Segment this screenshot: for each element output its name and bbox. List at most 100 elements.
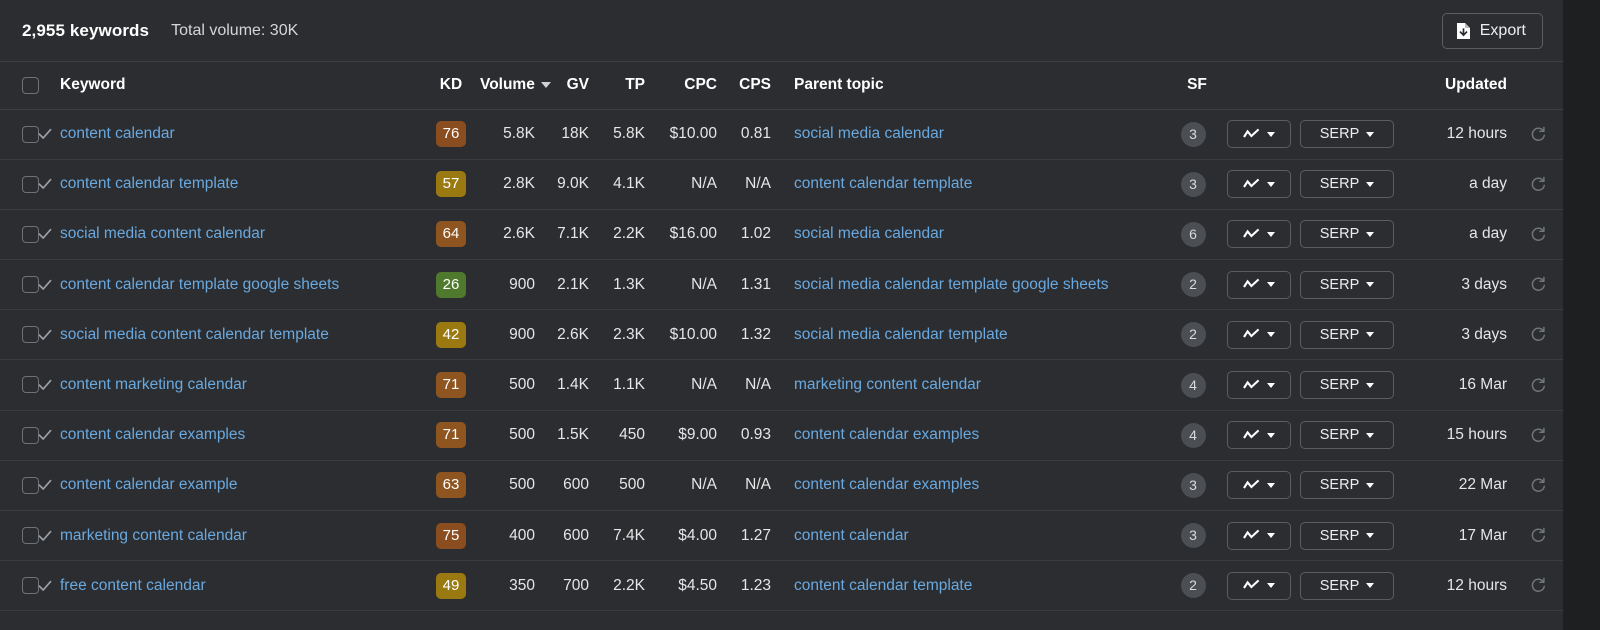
cps-cell: 1.27 [724,510,778,562]
refresh-icon[interactable] [1513,477,1563,494]
serp-dropdown-button[interactable]: SERP [1300,120,1394,149]
table-row[interactable]: social media content calendar template 42… [0,309,1563,361]
header-cpc[interactable]: CPC [652,62,724,110]
refresh-icon[interactable] [1513,577,1563,594]
cpc-cell: N/A [652,259,724,311]
chart-cell [1223,259,1295,311]
volume-cell: 2.8K [480,159,542,210]
parent-topic-link[interactable]: social media calendar template google sh… [794,276,1109,293]
chevron-down-icon [1267,181,1275,187]
sparkline-dropdown-button[interactable] [1227,170,1291,199]
sparkline-dropdown-button[interactable] [1227,471,1291,500]
header-chart [1223,62,1295,110]
keyword-link[interactable]: free content calendar [60,577,206,594]
export-button[interactable]: Export [1441,12,1543,49]
sparkline-icon [1243,529,1260,542]
serp-button-label: SERP [1319,226,1360,243]
cpc-cell: $4.00 [652,510,724,562]
parent-topic-link[interactable]: content calendar [794,527,909,544]
parent-topic-link[interactable]: social media calendar [794,125,944,142]
keyword-link[interactable]: content calendar example [60,476,238,493]
header-kd[interactable]: KD [422,62,480,110]
cpc-cell: $4.50 [652,560,724,612]
parent-topic-link[interactable]: social media calendar [794,225,944,242]
row-select-cell [0,359,39,411]
sparkline-dropdown-button[interactable] [1227,571,1291,600]
serp-dropdown-button[interactable]: SERP [1300,371,1394,400]
sparkline-icon [1243,178,1260,191]
serp-dropdown-button[interactable]: SERP [1300,320,1394,349]
keyword-link[interactable]: social media content calendar [60,225,265,242]
updated-cell: 16 Mar [1399,359,1513,411]
keyword-link[interactable]: content calendar template [60,175,238,192]
serp-cell: SERP [1295,560,1399,612]
keyword-link[interactable]: content calendar template google sheets [60,276,339,293]
row-select-cell [0,159,39,210]
table-row[interactable]: content calendar template 57 2.8K 9.0K 4.1K N… [0,159,1563,210]
sf-cell: 3 [1163,460,1223,512]
header-keyword[interactable]: Keyword [60,62,422,110]
header-sf[interactable]: SF [1163,62,1223,110]
sparkline-dropdown-button[interactable] [1227,371,1291,400]
header-tp[interactable]: TP [596,62,652,110]
parent-topic-link[interactable]: content calendar examples [794,426,979,443]
kd-badge: 57 [436,171,466,198]
refresh-icon[interactable] [1513,276,1563,293]
refresh-icon[interactable] [1513,527,1563,544]
serp-dropdown-button[interactable]: SERP [1300,270,1394,299]
sparkline-dropdown-button[interactable] [1227,220,1291,249]
serp-dropdown-button[interactable]: SERP [1300,521,1394,550]
table-row[interactable]: content calendar examples 71 500 1.5K 450 $9.… [0,410,1563,461]
parent-topic-link[interactable]: content calendar template [794,175,972,192]
refresh-icon[interactable] [1513,326,1563,343]
header-volume[interactable]: Volume [480,62,551,110]
cpc-cell: N/A [652,159,724,210]
table-row[interactable]: social media content calendar 64 2.6K 7.1K 2… [0,209,1563,261]
row-select-cell [0,209,39,261]
parent-topic-link[interactable]: content calendar template [794,577,972,594]
table-row[interactable]: content marketing calendar 71 500 1.4K 1.1K N… [0,359,1563,411]
kd-badge: 75 [436,522,466,549]
refresh-icon[interactable] [1513,427,1563,444]
refresh-icon[interactable] [1513,377,1563,394]
refresh-icon[interactable] [1513,126,1563,143]
keyword-link[interactable]: social media content calendar template [60,326,329,343]
serp-dropdown-button[interactable]: SERP [1300,421,1394,450]
gv-cell: 1.4K [542,359,596,411]
parent-topic-link[interactable]: social media calendar template [794,326,1008,343]
keyword-link[interactable]: content marketing calendar [60,376,247,393]
header-cps[interactable]: CPS [724,62,778,110]
table-row[interactable]: free content calendar 49 350 700 2.2K $4.50 1.… [0,560,1563,612]
chevron-down-icon [1267,432,1275,438]
keyword-link[interactable]: content calendar [60,125,175,142]
header-updated[interactable]: Updated [1399,62,1513,110]
updated-cell: a day [1399,209,1513,261]
table-body: content calendar 76 5.8K 18K 5.8K $10.00 0.81 s… [0,109,1563,612]
header-parent-topic[interactable]: Parent topic [778,62,1163,110]
sparkline-dropdown-button[interactable] [1227,270,1291,299]
chart-cell [1223,359,1295,411]
refresh-icon[interactable] [1513,176,1563,193]
sf-cell: 3 [1163,159,1223,210]
table-row[interactable]: content calendar example 63 500 600 500 N/A N/… [0,460,1563,512]
sparkline-dropdown-button[interactable] [1227,120,1291,149]
parent-topic-link[interactable]: content calendar examples [794,476,979,493]
refresh-icon[interactable] [1513,226,1563,243]
serp-button-label: SERP [1319,276,1360,293]
serp-dropdown-button[interactable]: SERP [1300,571,1394,600]
select-all-checkbox[interactable] [22,76,39,94]
sparkline-dropdown-button[interactable] [1227,521,1291,550]
serp-dropdown-button[interactable]: SERP [1300,170,1394,199]
table-header: Keyword KD Volume GV TP CPC CPS Parent t… [0,62,1563,110]
keyword-link[interactable]: content calendar examples [60,426,245,443]
updated-cell: 22 Mar [1399,460,1513,512]
table-row[interactable]: marketing content calendar 75 400 600 7.4K $4… [0,510,1563,562]
sparkline-dropdown-button[interactable] [1227,320,1291,349]
table-row[interactable]: content calendar template google sheets 2… [0,259,1563,311]
sparkline-dropdown-button[interactable] [1227,421,1291,450]
serp-dropdown-button[interactable]: SERP [1300,220,1394,249]
table-row[interactable]: content calendar 76 5.8K 18K 5.8K $10.00 0.81 s… [0,109,1563,160]
parent-topic-link[interactable]: marketing content calendar [794,376,981,393]
serp-dropdown-button[interactable]: SERP [1300,471,1394,500]
keyword-link[interactable]: marketing content calendar [60,527,247,544]
